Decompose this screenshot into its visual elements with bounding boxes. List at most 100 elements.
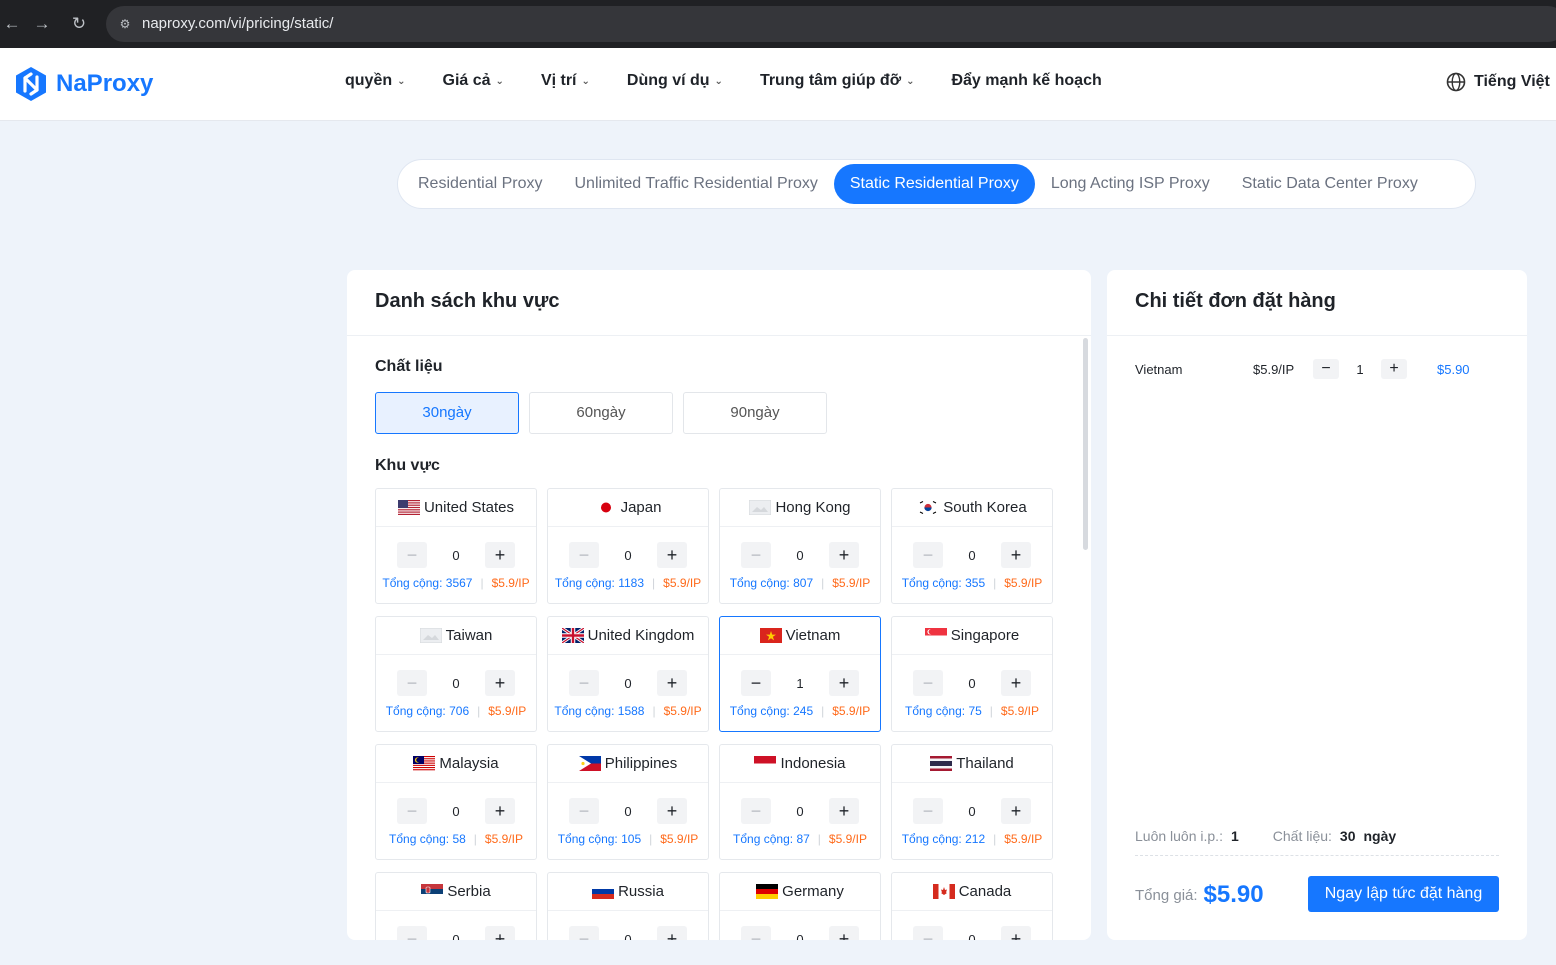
quantity-value[interactable]: 1: [771, 676, 829, 691]
increment-button[interactable]: +: [485, 798, 515, 824]
quantity-value[interactable]: 0: [943, 548, 1001, 563]
increment-button[interactable]: +: [829, 798, 859, 824]
decrement-button[interactable]: −: [569, 798, 599, 824]
order-increment-button[interactable]: +: [1381, 359, 1407, 379]
order-decrement-button[interactable]: −: [1313, 359, 1339, 379]
region-card[interactable]: Indonesia −0 + Tổng cộng: 87 | $5.9/IP: [719, 744, 881, 860]
tab-long-acting-isp-proxy[interactable]: Long Acting ISP Proxy: [1035, 164, 1226, 204]
site-settings-icon[interactable]: ⚙: [116, 15, 134, 33]
increment-button[interactable]: +: [829, 926, 859, 940]
increment-button[interactable]: +: [657, 798, 687, 824]
region-card[interactable]: United Kingdom −0 + Tổng cộng: 1588 | $5.9/IP: [547, 616, 709, 732]
increment-button[interactable]: +: [657, 670, 687, 696]
region-card[interactable]: United States −0 + Tổng cộng: 3567 | $5.9/IP: [375, 488, 537, 604]
increment-button[interactable]: +: [829, 542, 859, 568]
increment-button[interactable]: +: [485, 670, 515, 696]
region-card[interactable]: Hong Kong −0 + Tổng cộng: 807 | $5.9/IP: [719, 488, 881, 604]
nav-label: quyền: [345, 72, 393, 89]
order-now-button[interactable]: Ngay lập tức đặt hàng: [1308, 876, 1499, 912]
period-90-days[interactable]: 90ngày: [683, 392, 827, 434]
quantity-value[interactable]: 0: [943, 932, 1001, 941]
tab-static-residential-proxy[interactable]: Static Residential Proxy: [833, 164, 1035, 204]
decrement-button[interactable]: −: [397, 670, 427, 696]
region-card[interactable]: Canada −0 +: [891, 872, 1053, 940]
quantity-stepper: −0 +: [720, 798, 880, 824]
quantity-value[interactable]: 0: [943, 804, 1001, 819]
nav-item-help-center[interactable]: Trung tâm giúp đỡ ⌄: [760, 72, 915, 90]
region-card[interactable]: Vietnam −1 + Tổng cộng: 245 | $5.9/IP: [719, 616, 881, 732]
chevron-down-icon: ⌄: [495, 75, 504, 87]
decrement-button[interactable]: −: [913, 926, 943, 940]
address-bar[interactable]: ⚙ naproxy.com/vi/pricing/static/: [106, 6, 1556, 42]
increment-button[interactable]: +: [485, 542, 515, 568]
decrement-button[interactable]: −: [913, 542, 943, 568]
increment-button[interactable]: +: [657, 542, 687, 568]
decrement-button[interactable]: −: [741, 926, 771, 940]
quantity-value[interactable]: 0: [771, 932, 829, 941]
tab-unlimited-traffic-residential-proxy[interactable]: Unlimited Traffic Residential Proxy: [559, 164, 834, 204]
sg-flag-icon: [924, 628, 947, 643]
language-selector[interactable]: Tiếng Việt: [1446, 72, 1550, 92]
region-card[interactable]: Serbia −0 +: [375, 872, 537, 940]
increment-button[interactable]: +: [1001, 798, 1031, 824]
region-card[interactable]: Singapore −0 + Tổng cộng: 75 | $5.9/IP: [891, 616, 1053, 732]
increment-button[interactable]: +: [657, 926, 687, 940]
decrement-button[interactable]: −: [741, 542, 771, 568]
region-name: South Korea: [943, 499, 1027, 516]
decrement-button[interactable]: −: [913, 798, 943, 824]
divider: |: [993, 832, 997, 846]
period-60-days[interactable]: 60ngày: [529, 392, 673, 434]
decrement-button[interactable]: −: [569, 926, 599, 940]
decrement-button[interactable]: −: [397, 926, 427, 940]
quantity-value[interactable]: 0: [599, 676, 657, 691]
increment-button[interactable]: +: [1001, 926, 1031, 940]
url-text[interactable]: naproxy.com/vi/pricing/static/: [142, 15, 333, 32]
quantity-value[interactable]: 0: [427, 932, 485, 941]
nav-item-use-cases[interactable]: Dùng ví dụ ⌄: [627, 72, 723, 90]
order-details-panel: Chi tiết đơn đặt hàng Vietnam $5.9/IP − …: [1107, 270, 1527, 940]
nav-item-permissions[interactable]: quyền ⌄: [345, 72, 406, 90]
quantity-value[interactable]: 0: [427, 548, 485, 563]
quantity-value[interactable]: 0: [599, 932, 657, 941]
quantity-value[interactable]: 0: [427, 804, 485, 819]
rs-flag-icon: [421, 884, 444, 899]
back-icon[interactable]: ←: [0, 12, 24, 36]
region-card[interactable]: Taiwan −0 + Tổng cộng: 706 | $5.9/IP: [375, 616, 537, 732]
tab-static-data-center-proxy[interactable]: Static Data Center Proxy: [1226, 164, 1434, 204]
nav-item-promotion[interactable]: Đẩy mạnh kế hoạch: [951, 72, 1101, 90]
region-card[interactable]: Japan −0 + Tổng cộng: 1183 | $5.9/IP: [547, 488, 709, 604]
increment-button[interactable]: +: [485, 926, 515, 940]
decrement-button[interactable]: −: [913, 670, 943, 696]
nav-item-locations[interactable]: Vị trí ⌄: [541, 72, 590, 90]
decrement-button[interactable]: −: [569, 670, 599, 696]
quantity-value[interactable]: 0: [771, 548, 829, 563]
decrement-button[interactable]: −: [397, 542, 427, 568]
region-card[interactable]: Thailand −0 + Tổng cộng: 212 | $5.9/IP: [891, 744, 1053, 860]
decrement-button[interactable]: −: [397, 798, 427, 824]
decrement-button[interactable]: −: [569, 542, 599, 568]
unit-price: $5.9/IP: [484, 832, 523, 846]
region-card[interactable]: South Korea −0 + Tổng cộng: 355 | $5.9/IP: [891, 488, 1053, 604]
region-card[interactable]: Russia −0 +: [547, 872, 709, 940]
quantity-value[interactable]: 0: [771, 804, 829, 819]
forward-icon[interactable]: →: [30, 12, 54, 36]
increment-button[interactable]: +: [1001, 670, 1031, 696]
naproxy-logo[interactable]: NaProxy: [14, 64, 153, 104]
region-card[interactable]: Philippines −0 + Tổng cộng: 105 | $5.9/IP: [547, 744, 709, 860]
quantity-value[interactable]: 0: [599, 804, 657, 819]
decrement-button[interactable]: −: [741, 798, 771, 824]
region-list-scrollbar[interactable]: [1083, 338, 1088, 550]
quantity-value[interactable]: 0: [943, 676, 1001, 691]
increment-button[interactable]: +: [829, 670, 859, 696]
region-card[interactable]: Germany −0 +: [719, 872, 881, 940]
period-30-days[interactable]: 30ngày: [375, 392, 519, 434]
reload-icon[interactable]: ↻: [67, 12, 91, 36]
increment-button[interactable]: +: [1001, 542, 1031, 568]
quantity-value[interactable]: 0: [427, 676, 485, 691]
tab-residential-proxy[interactable]: Residential Proxy: [402, 164, 559, 204]
region-card[interactable]: Malaysia −0 + Tổng cộng: 58 | $5.9/IP: [375, 744, 537, 860]
total-count: 245: [793, 704, 814, 718]
quantity-value[interactable]: 0: [599, 548, 657, 563]
decrement-button[interactable]: −: [741, 670, 771, 696]
nav-item-pricing[interactable]: Giá cả ⌄: [443, 72, 504, 90]
